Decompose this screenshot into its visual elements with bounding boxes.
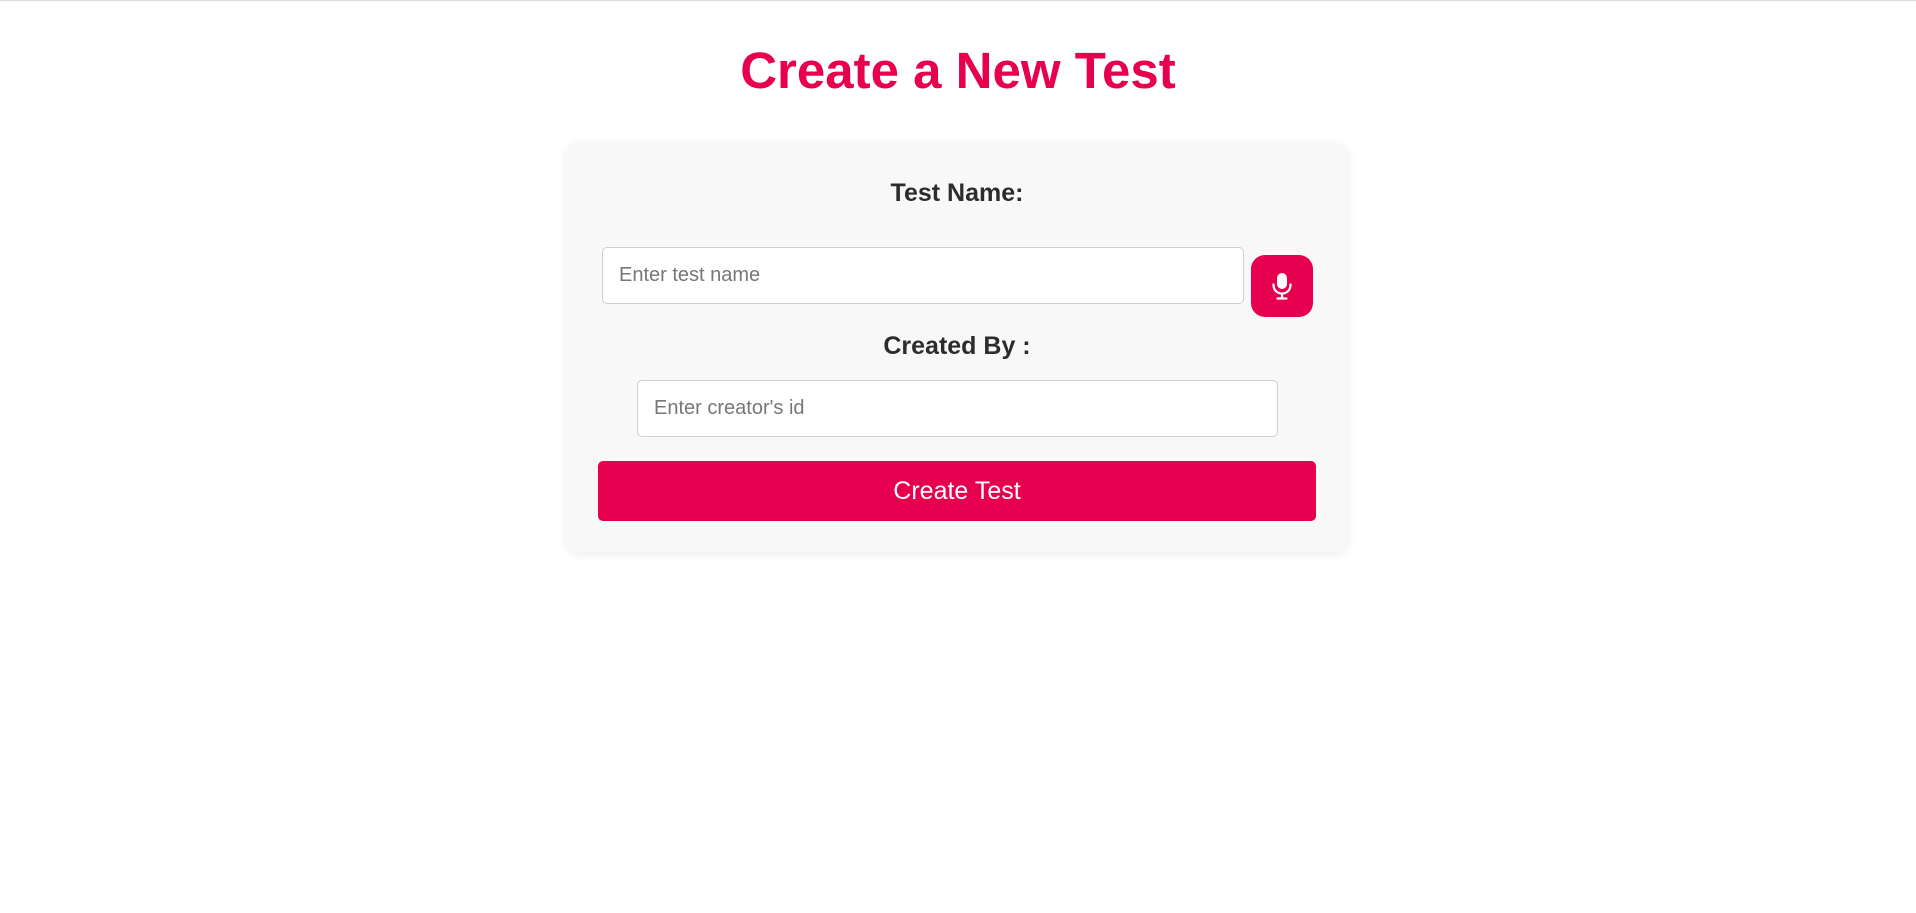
creator-id-input[interactable] (637, 380, 1278, 437)
test-name-input[interactable] (602, 247, 1244, 304)
top-divider (0, 0, 1916, 1)
page: Create a New Test Test Name: Created By … (0, 0, 1916, 913)
page-title: Create a New Test (740, 42, 1176, 99)
create-test-button[interactable]: Create Test (598, 461, 1316, 521)
test-name-label: Test Name: (890, 179, 1024, 207)
voice-input-button[interactable] (1251, 255, 1313, 317)
created-by-label: Created By : (883, 332, 1031, 360)
microphone-icon (1272, 273, 1292, 300)
create-test-form: Test Name: Created By : Create Test (566, 143, 1348, 552)
